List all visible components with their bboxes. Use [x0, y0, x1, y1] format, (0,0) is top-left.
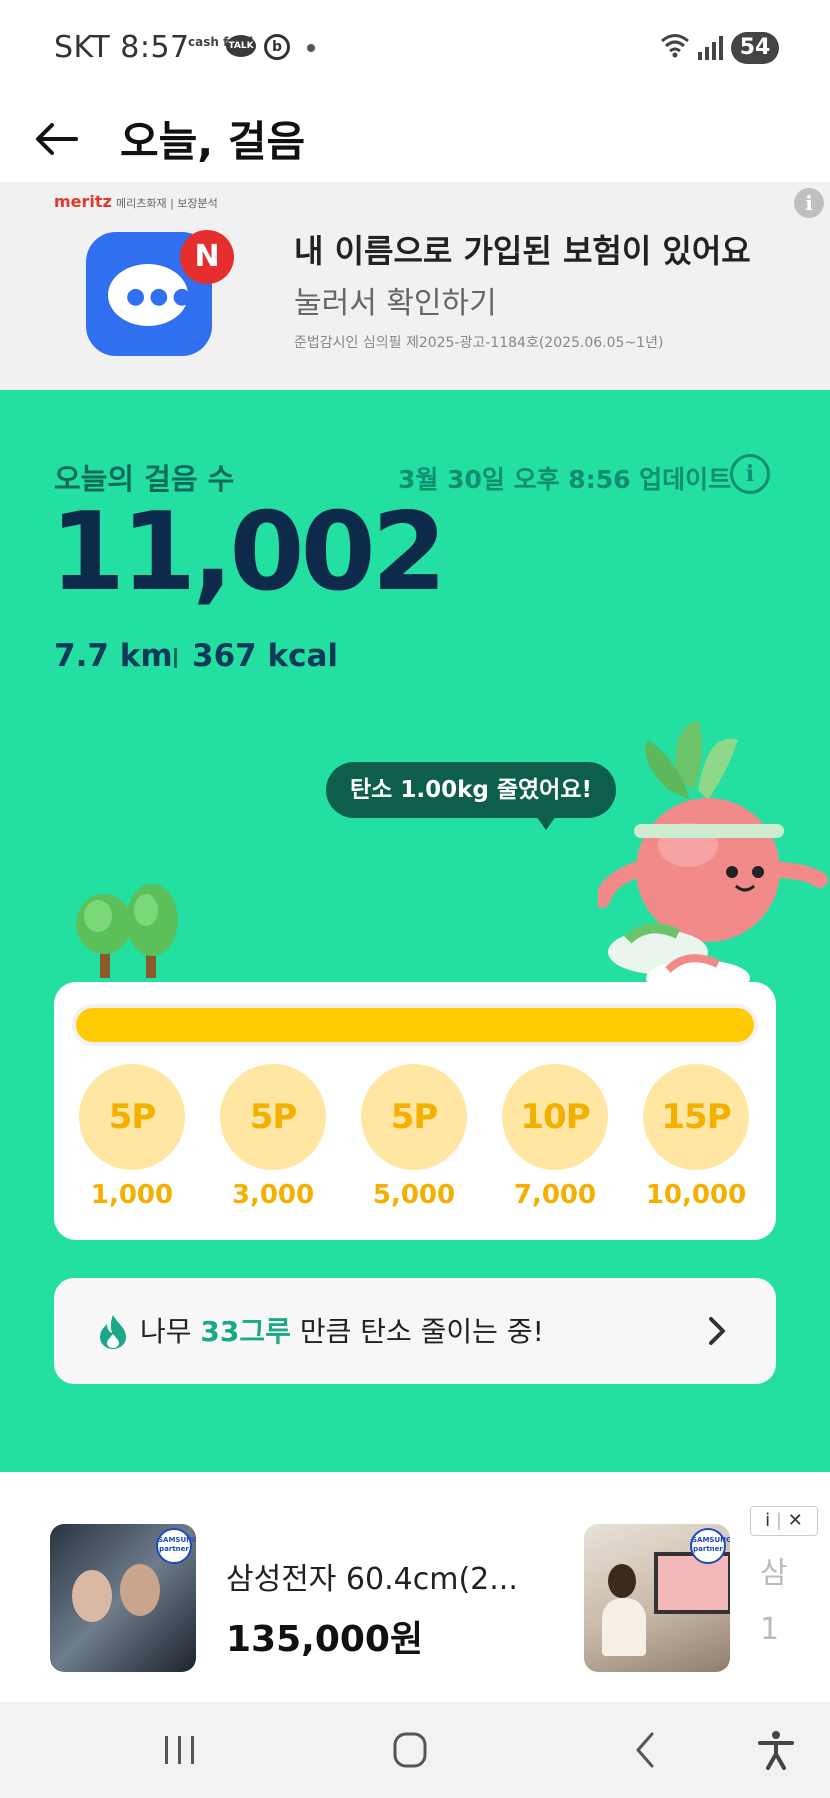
- back-arrow-icon: [36, 123, 78, 155]
- wifi-icon: [660, 32, 690, 65]
- chat-dots-icon: ●●●: [126, 284, 196, 309]
- product-ad-carousel: SAMSUNG partner 삼성전자 60.4cm(2... 135,000원…: [0, 1498, 830, 1702]
- product-price: 135,000원: [226, 1619, 424, 1660]
- chevron-right-icon: [709, 1317, 725, 1345]
- page-title: 오늘, 걸음: [120, 117, 306, 166]
- carbon-saved-bubble: 탄소 1.00kg 줄였어요!: [326, 762, 616, 818]
- milestone-row: 5P 1,000 5P 3,000 5P 5,000 10P 7,000 15P 10,000: [54, 1064, 776, 1224]
- milestone-steps: 5,000: [372, 1180, 456, 1210]
- product-image[interactable]: SAMSUNG partner: [50, 1524, 196, 1672]
- step-progress-bar: [72, 1004, 758, 1046]
- meritz-logo: meritz: [54, 192, 112, 211]
- step-count: 11,002: [50, 490, 447, 615]
- kakaotalk-icon: TALK: [226, 35, 256, 57]
- milestone-item[interactable]: 5P 3,000: [203, 1064, 343, 1210]
- milestone-item[interactable]: 10P 7,000: [485, 1064, 625, 1210]
- new-badge: N: [180, 230, 234, 284]
- signal-icon: [698, 36, 726, 60]
- milestone-points-badge: 15P: [643, 1064, 749, 1170]
- step-progress-fill: [76, 1008, 754, 1042]
- ad-info-icon[interactable]: i: [794, 188, 824, 218]
- calories-value: 367 kcal: [192, 638, 339, 674]
- samsung-partner-badge: SAMSUNG partner: [156, 1528, 196, 1564]
- milestone-points-badge: 10P: [502, 1064, 608, 1170]
- flame-icon: [100, 1315, 126, 1349]
- ad-choices-info-icon[interactable]: i: [765, 1510, 770, 1531]
- product-name[interactable]: 삼성전자 60.4cm(2...: [226, 1554, 518, 1598]
- next-product-price: 1: [760, 1612, 780, 1647]
- tree-text-prefix: 나무: [140, 1315, 201, 1348]
- back-button[interactable]: [30, 112, 84, 166]
- next-product-preview: 삼 1: [760, 1546, 788, 1658]
- milestone-points-badge: 5P: [220, 1064, 326, 1170]
- ad-controls: i | ✕: [750, 1506, 818, 1536]
- samsung-partner-badge-next: SAMSUNG partner: [690, 1528, 730, 1564]
- back-nav-icon[interactable]: [616, 1728, 676, 1772]
- milestone-steps: 7,000: [513, 1180, 597, 1210]
- carrier-label: SKT: [54, 30, 111, 65]
- ad-legal-notice: 준법감시인 심의필 제2025-광고-1184호(2025.06.05~1년): [294, 335, 664, 351]
- tree-text-suffix: 만큼 탄소 줄이는 중!: [290, 1315, 544, 1348]
- milestone-steps: 1,000: [90, 1180, 174, 1210]
- bubble-tail: [536, 816, 556, 830]
- milestone-item[interactable]: 15P 10,000: [626, 1064, 766, 1210]
- home-icon[interactable]: [380, 1728, 440, 1772]
- meritz-subtitle: 메리츠화재 | 보장분석: [116, 197, 218, 210]
- app-header: 오늘, 걸음: [0, 96, 830, 182]
- stat-divider: [174, 648, 177, 668]
- reward-card: 5P 1,000 5P 3,000 5P 5,000 10P 7,000 15P 10,000: [54, 982, 776, 1240]
- milestone-points-badge: 5P: [79, 1064, 185, 1170]
- milestone-steps: 10,000: [645, 1180, 747, 1210]
- accessibility-icon[interactable]: [746, 1728, 806, 1772]
- recent-apps-icon[interactable]: [150, 1728, 210, 1772]
- milestone-steps: 3,000: [231, 1180, 315, 1210]
- ad-title: 내 이름으로 가입된 보험이 있어요: [294, 232, 751, 270]
- trees-illustration: [76, 884, 178, 978]
- product-image-next[interactable]: SAMSUNG partner: [584, 1524, 730, 1672]
- system-navigation-bar: [0, 1702, 830, 1798]
- update-timestamp: 3월 30일 오후 8:56 업데이트: [398, 465, 732, 494]
- radish-mascot-illustration: [598, 720, 828, 996]
- steps-section: 오늘의 걸음 수 3월 30일 오후 8:56 업데이트 i 11,002 7.…: [0, 390, 830, 1472]
- status-carrier-time: SKT 8:57: [54, 30, 190, 65]
- next-product-name: 삼: [760, 1556, 788, 1591]
- steps-info-icon[interactable]: i: [730, 454, 770, 494]
- tree-carbon-card[interactable]: 나무 33그루 만큼 탄소 줄이는 중!: [54, 1278, 776, 1384]
- tree-count-highlight: 33그루: [200, 1315, 291, 1348]
- ad-close-icon[interactable]: ✕: [788, 1510, 803, 1531]
- band-app-icon: b: [264, 34, 290, 60]
- ad-subtitle: 눌러서 확인하기: [294, 286, 497, 321]
- more-notifications-dot-icon: [307, 44, 315, 52]
- milestone-item[interactable]: 5P 1,000: [62, 1064, 202, 1210]
- milestone-item[interactable]: 5P 5,000: [344, 1064, 484, 1210]
- insurance-ad-banner[interactable]: meritz 메리츠화재 | 보장분석 ●●● N 내 이름으로 가입된 보험이…: [0, 182, 830, 390]
- clock: 8:57: [120, 30, 190, 65]
- distance-value: 7.7 km: [54, 638, 173, 674]
- tree-carbon-text: 나무 33그루 만큼 탄소 줄이는 중!: [140, 1310, 544, 1350]
- milestone-points-badge: 5P: [361, 1064, 467, 1170]
- battery-indicator: 54: [731, 32, 779, 64]
- status-bar: SKT 8:57 cash feed TALK b 54: [0, 0, 830, 96]
